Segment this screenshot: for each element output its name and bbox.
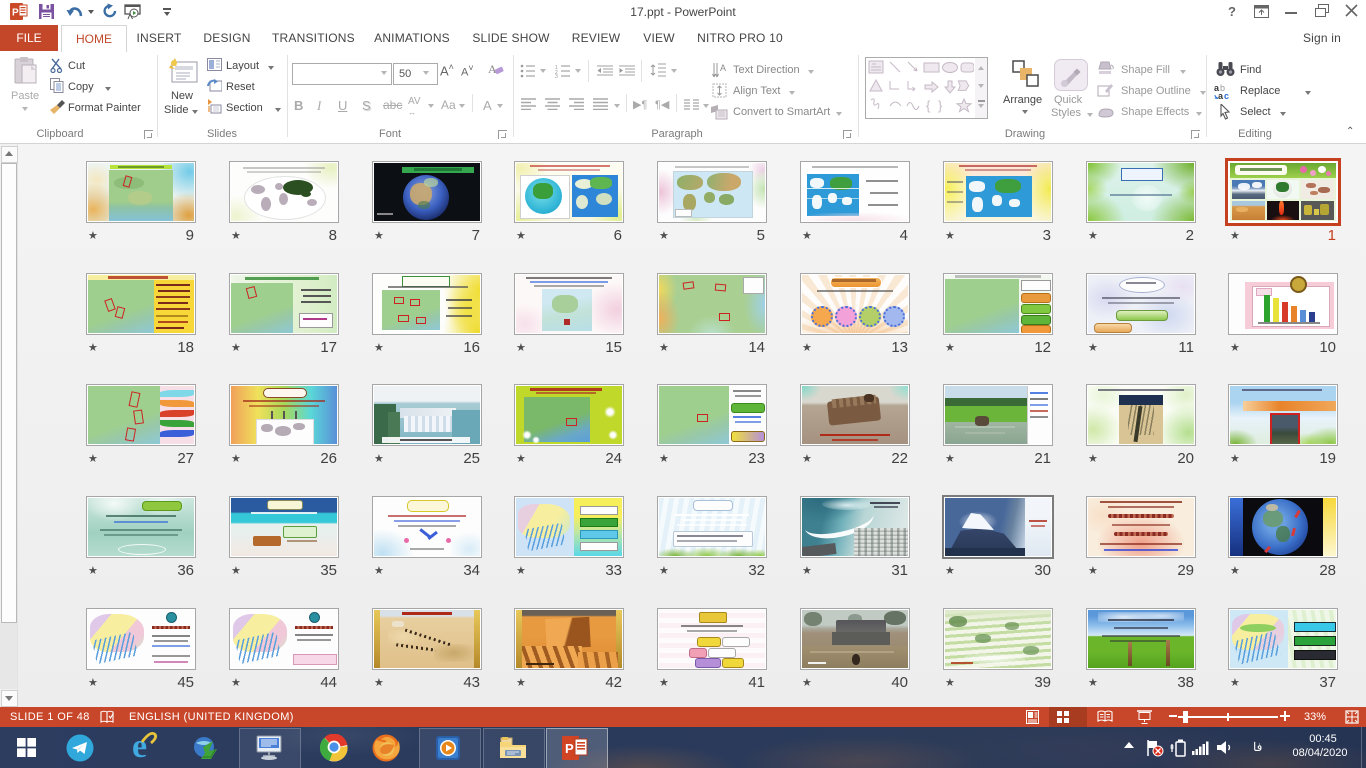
svg-text:P: P (565, 741, 574, 756)
svg-text:3: 3 (555, 74, 558, 78)
svg-text:{: { (926, 98, 931, 113)
svg-text:}: } (938, 98, 943, 113)
svg-text:c: c (1224, 91, 1229, 99)
svg-text:A: A (488, 62, 497, 76)
svg-text:A: A (720, 63, 726, 73)
